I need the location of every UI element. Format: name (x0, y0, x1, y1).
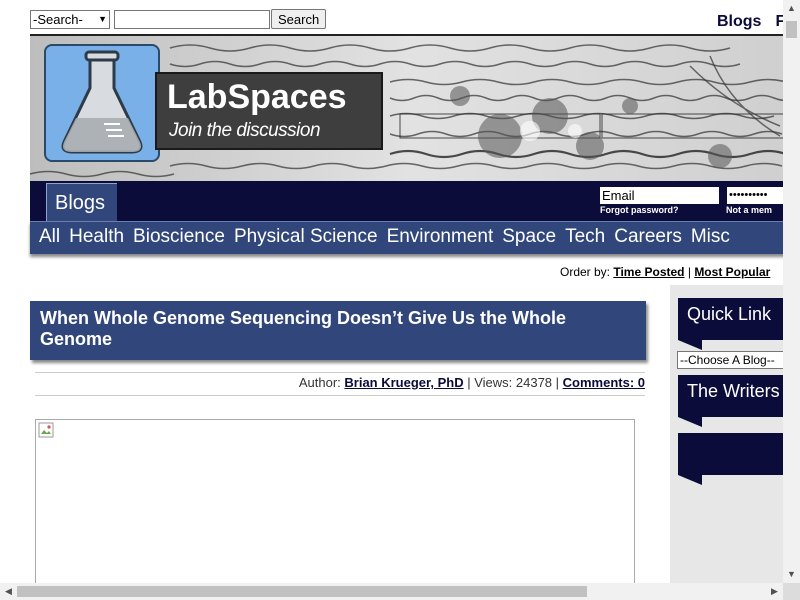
nav-item-all[interactable]: All (39, 222, 60, 248)
top-link-truncated[interactable]: F (775, 13, 783, 30)
tab-blogs-label: Blogs (55, 192, 106, 214)
sidebar-quick-link-header: Quick Link (678, 298, 783, 340)
search-category-select[interactable]: -Search- ▼ (30, 9, 110, 29)
sidebar-third-header (678, 433, 783, 475)
scroll-left-icon[interactable]: ◀ (0, 583, 17, 600)
tab-blogs[interactable]: Blogs (46, 183, 117, 222)
site-banner: LabSpaces Join the discussion (30, 34, 783, 182)
vertical-scrollbar[interactable]: ▲ ▼ (783, 0, 800, 583)
nav-item-environment[interactable]: Environment (387, 222, 494, 248)
email-field[interactable]: Email (600, 187, 719, 204)
page-viewport: -Search- ▼ Search Blogs F LabSpaces Join… (0, 0, 783, 583)
vertical-scroll-thumb[interactable] (786, 21, 797, 38)
scroll-down-icon[interactable]: ▼ (783, 566, 800, 583)
nav-item-careers[interactable]: Careers (614, 222, 682, 248)
horizontal-scroll-thumb[interactable] (17, 586, 587, 597)
category-nav: All Health Bioscience Physical Science E… (30, 221, 783, 254)
nav-item-misc[interactable]: Misc (691, 222, 730, 248)
top-links: Blogs F (717, 13, 783, 31)
search-bar: -Search- ▼ Search (30, 9, 327, 29)
author-label: Author: (298, 375, 341, 390)
order-separator: | (687, 265, 691, 279)
writers-title: The Writers (687, 381, 780, 401)
article-image-frame (35, 419, 635, 583)
brand-tagline: Join the discussion (169, 120, 321, 141)
password-field[interactable]: •••••••••• (727, 187, 783, 204)
scrollbar-corner (783, 583, 800, 600)
order-most-popular-link[interactable]: Most Popular (694, 265, 770, 279)
main-nav-bar: Blogs Email •••••••••• Forgot password? … (30, 181, 783, 222)
flask-logo-icon[interactable] (44, 44, 160, 162)
order-time-posted-link[interactable]: Time Posted (613, 265, 684, 279)
order-by-bar: Order by: Time Posted | Most Popular (560, 265, 770, 279)
sidebar: Quick Link --Choose A Blog-- The Writers (670, 285, 783, 583)
brand-name[interactable]: LabSpaces (167, 78, 347, 117)
nav-item-physical-science[interactable]: Physical Science (234, 222, 378, 248)
sidebar-writers-header: The Writers (678, 375, 783, 417)
article-title[interactable]: When Whole Genome Sequencing Doesn’t Giv… (40, 308, 636, 350)
not-a-member-link[interactable]: Not a mem (726, 205, 772, 215)
article-title-box: When Whole Genome Sequencing Doesn’t Giv… (30, 301, 646, 360)
chevron-down-icon: ▼ (98, 14, 107, 24)
forgot-password-link[interactable]: Forgot password? (600, 205, 679, 215)
scroll-right-icon[interactable]: ▶ (766, 583, 783, 600)
choose-blog-select[interactable]: --Choose A Blog-- (677, 351, 783, 369)
nav-item-bioscience[interactable]: Bioscience (133, 222, 225, 248)
brand-panel: LabSpaces Join the discussion (155, 72, 383, 150)
nav-item-tech[interactable]: Tech (565, 222, 605, 248)
quick-link-tab-tail (678, 340, 702, 350)
comments-link[interactable]: Comments: 0 (563, 375, 645, 390)
search-button[interactable]: Search (271, 9, 327, 29)
search-input[interactable] (114, 9, 270, 29)
search-select-value: -Search- (33, 11, 83, 27)
article-meta: Author: Brian Krueger, PhD | Views: 2437… (35, 372, 645, 396)
broken-image-icon (38, 422, 54, 438)
writers-tab-tail (678, 417, 702, 427)
quick-link-title: Quick Link (687, 304, 772, 324)
nav-item-space[interactable]: Space (502, 222, 556, 248)
third-tab-tail (678, 475, 702, 485)
nav-item-health[interactable]: Health (69, 222, 124, 248)
scroll-up-icon[interactable]: ▲ (783, 0, 800, 17)
author-link[interactable]: Brian Krueger, PhD (344, 375, 463, 390)
top-link-blogs[interactable]: Blogs (717, 13, 761, 30)
order-by-label: Order by: (560, 265, 611, 279)
views-count: | Views: 24378 | (467, 375, 560, 390)
horizontal-scrollbar[interactable]: ◀ ▶ (0, 583, 783, 600)
